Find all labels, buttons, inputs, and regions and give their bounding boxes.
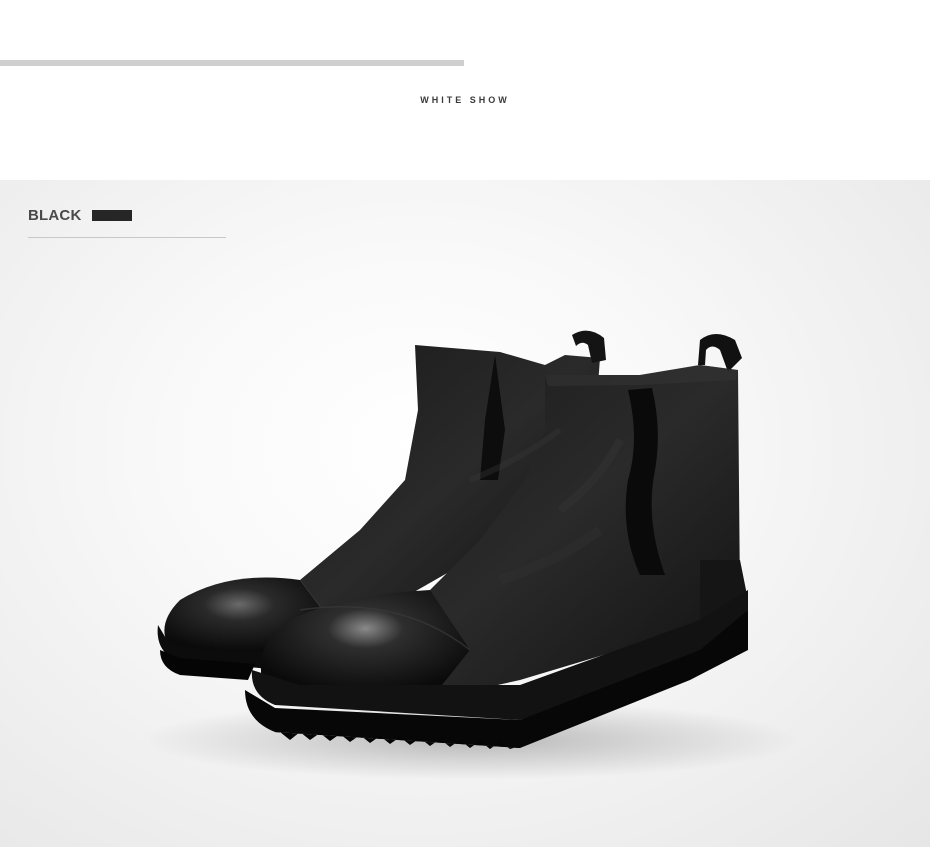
section-title: WHITE SHOW <box>420 95 510 105</box>
product-detail-page: WHITE SHOW BLACK <box>0 0 930 847</box>
product-photo: BLACK <box>0 180 930 847</box>
decorative-divider-bar <box>0 60 464 66</box>
boots-image <box>140 330 800 780</box>
